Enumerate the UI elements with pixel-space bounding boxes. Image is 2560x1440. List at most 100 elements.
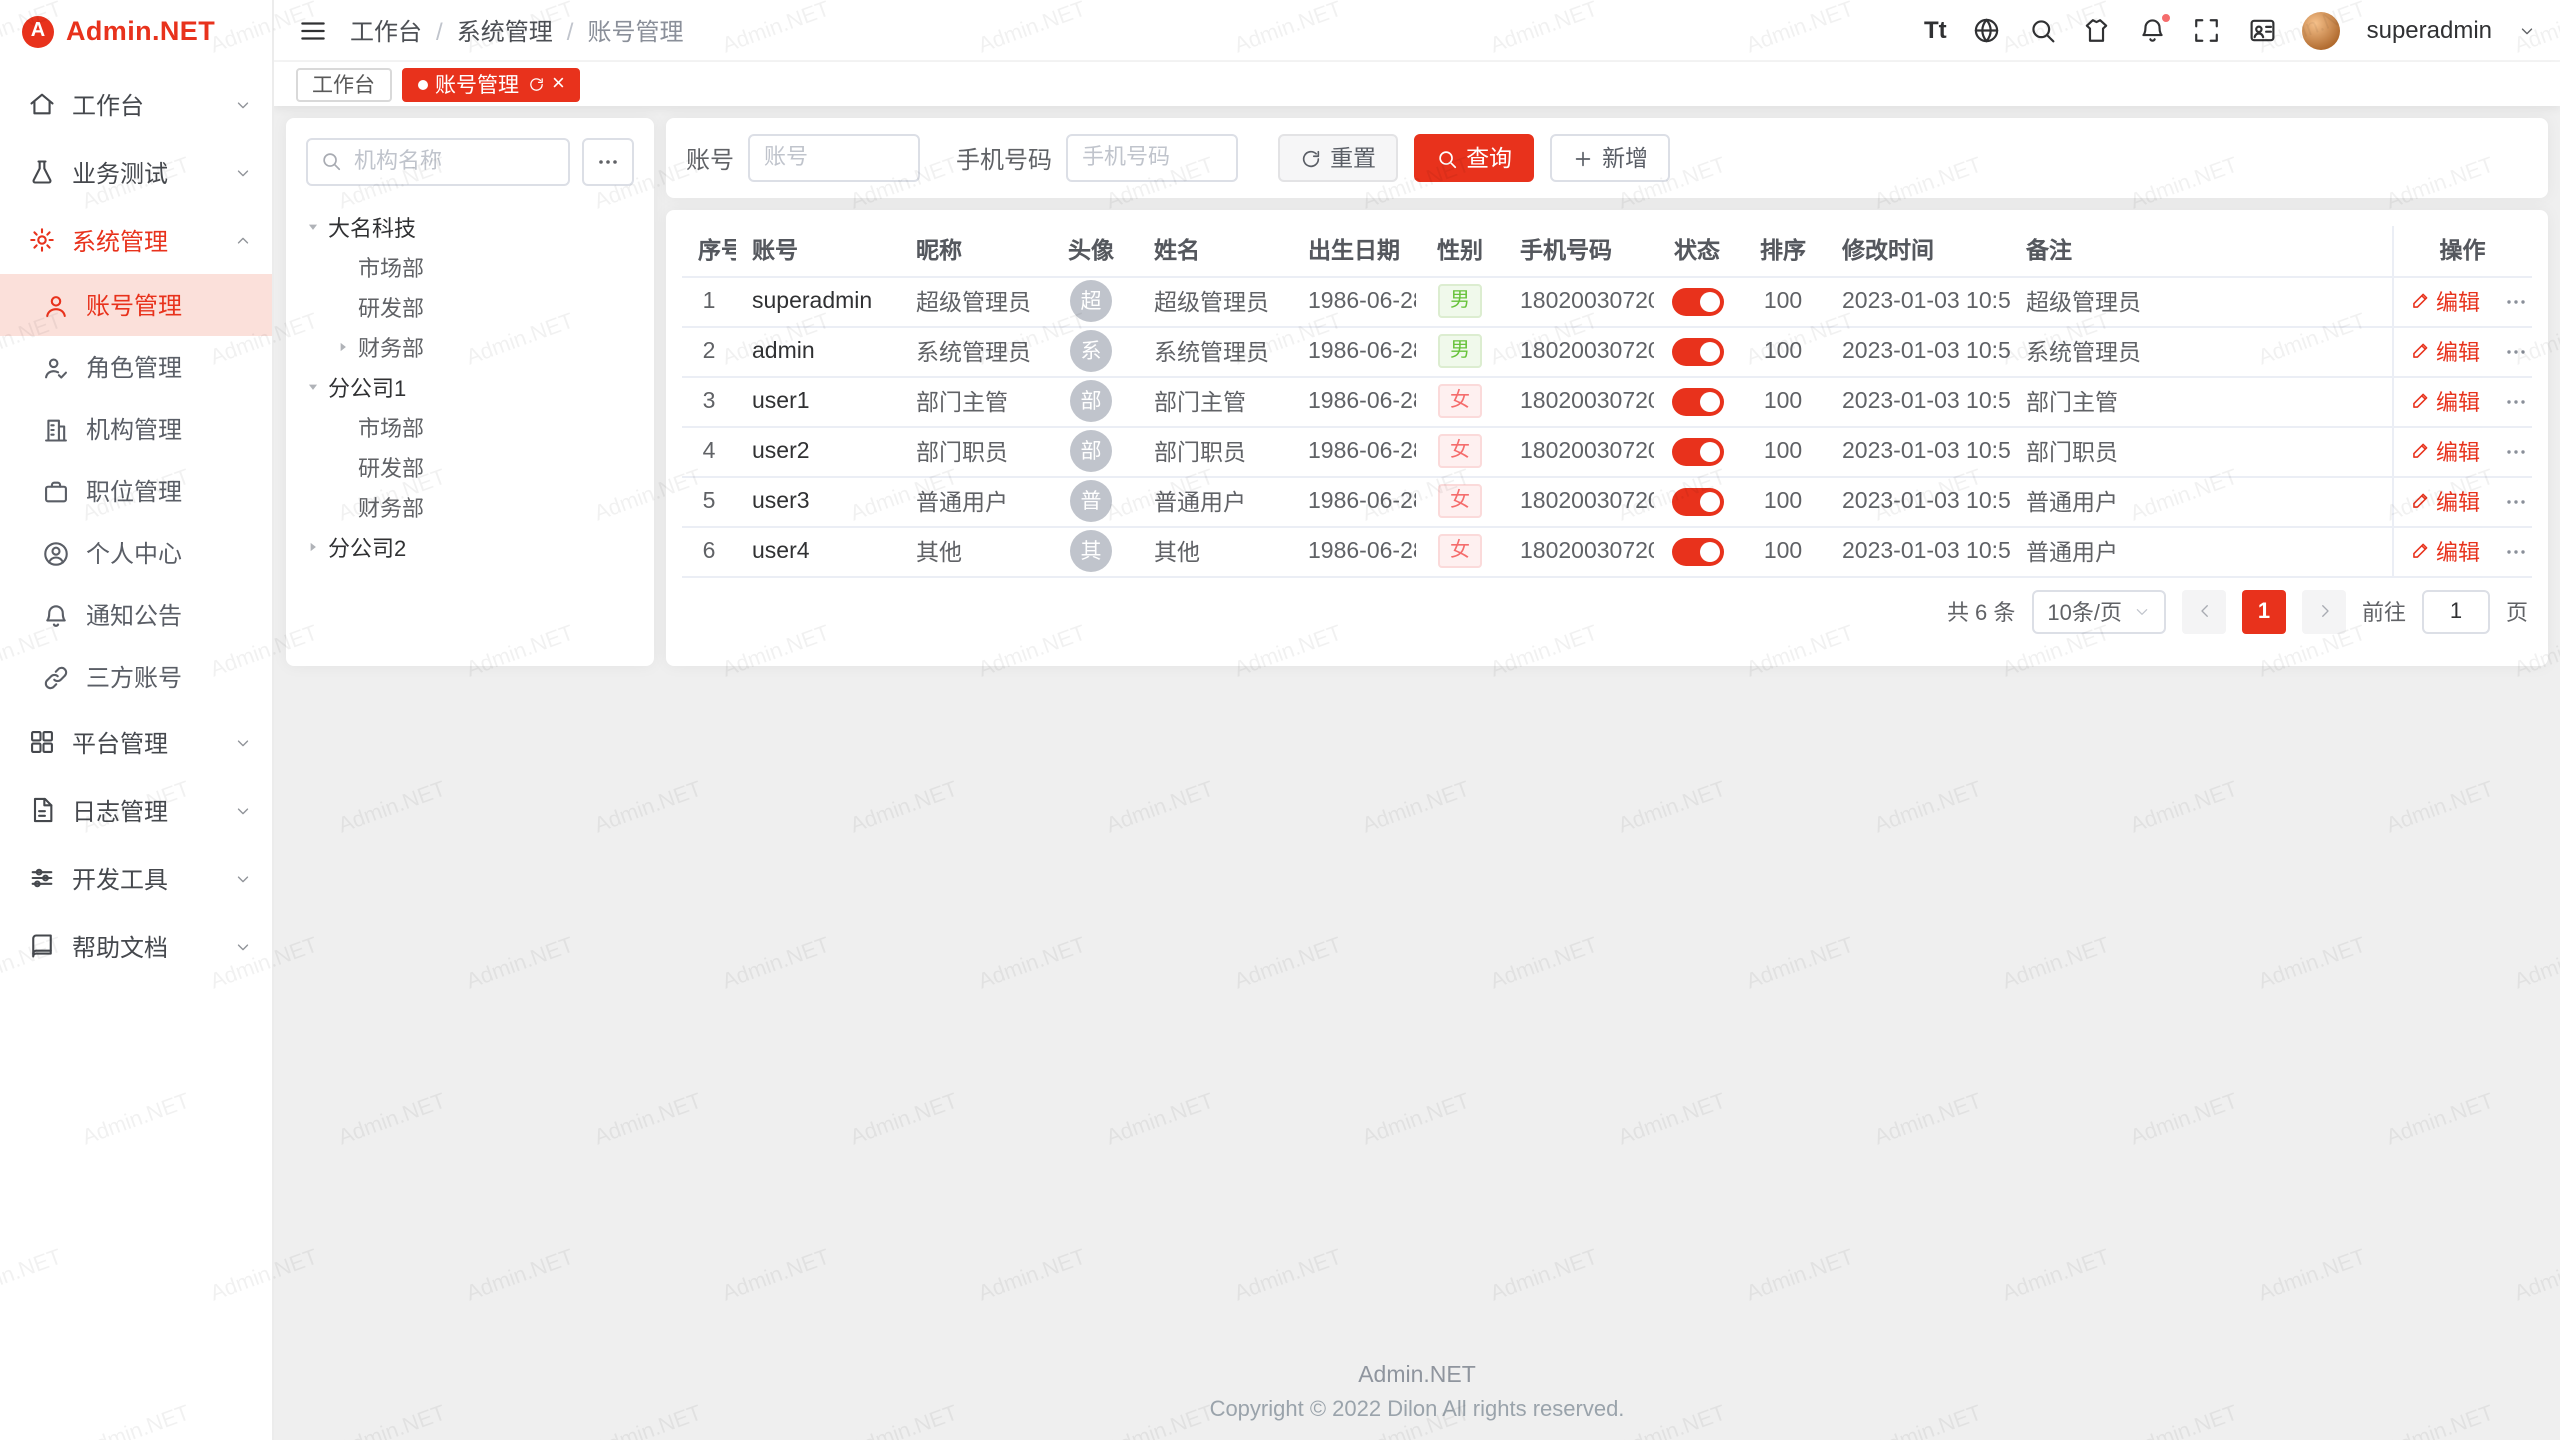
page-size-select[interactable]: 10条/页 bbox=[2031, 589, 2166, 633]
org-search-input[interactable] bbox=[306, 138, 570, 186]
cell-birth: 1986-06-28 bbox=[1292, 526, 1416, 576]
tree-node[interactable]: 市场部 bbox=[306, 250, 634, 284]
chevron-left-icon bbox=[2195, 602, 2213, 620]
header-icon[interactable] bbox=[2028, 16, 2057, 45]
status-toggle[interactable] bbox=[1671, 537, 1723, 565]
phone-input[interactable] bbox=[1066, 134, 1238, 182]
row-more-button[interactable] bbox=[2504, 439, 2528, 463]
row-more-button[interactable] bbox=[2504, 389, 2528, 413]
edit-button[interactable]: 编辑 bbox=[2409, 385, 2480, 417]
chevron-down-icon[interactable] bbox=[2518, 21, 2536, 39]
tree-node[interactable]: 财务部 bbox=[306, 330, 634, 364]
row-more-button[interactable] bbox=[2504, 289, 2528, 313]
search-button[interactable]: 查询 bbox=[1414, 134, 1534, 182]
sidebar-item[interactable]: 账号管理 bbox=[0, 274, 272, 336]
menu-toggle-icon[interactable] bbox=[298, 15, 328, 45]
tab[interactable]: 账号管理 × bbox=[401, 67, 581, 101]
status-toggle[interactable] bbox=[1671, 437, 1723, 465]
total-count: 共 6 条 bbox=[1947, 595, 2015, 627]
header-icon[interactable] bbox=[2138, 16, 2167, 45]
row-more-button[interactable] bbox=[2504, 489, 2528, 513]
current-page[interactable]: 1 bbox=[2242, 589, 2286, 633]
sidebar-item[interactable]: 三方账号 bbox=[0, 646, 272, 708]
sidebar-item[interactable]: 开发工具 bbox=[0, 844, 272, 912]
search-icon bbox=[1436, 147, 1458, 169]
sidebar-item[interactable]: 职位管理 bbox=[0, 460, 272, 522]
grid-icon bbox=[28, 728, 56, 756]
bell-icon bbox=[42, 601, 70, 629]
status-toggle[interactable] bbox=[1671, 387, 1723, 415]
sidebar-item-label: 工作台 bbox=[72, 87, 144, 121]
header-icon[interactable] bbox=[2248, 16, 2277, 45]
cell-sort: 100 bbox=[1740, 276, 1826, 326]
tree-node[interactable]: 市场部 bbox=[306, 410, 634, 444]
cell-phone: 18020030720 bbox=[1504, 426, 1654, 476]
breadcrumb-item[interactable]: 系统管理 bbox=[457, 13, 588, 47]
edit-button[interactable]: 编辑 bbox=[2409, 485, 2480, 517]
sidebar-item[interactable]: 系统管理 bbox=[0, 206, 272, 274]
header-icon[interactable] bbox=[1973, 16, 2002, 45]
edit-button[interactable]: 编辑 bbox=[2409, 335, 2480, 367]
edit-button[interactable]: 编辑 bbox=[2409, 435, 2480, 467]
tab-label: 工作台 bbox=[312, 69, 375, 99]
goto-page-input[interactable] bbox=[2422, 589, 2490, 633]
prev-page-button[interactable] bbox=[2182, 589, 2226, 633]
reset-button[interactable]: 重置 bbox=[1278, 134, 1398, 182]
edit-button[interactable]: 编辑 bbox=[2409, 535, 2480, 567]
sidebar-item[interactable]: 个人中心 bbox=[0, 522, 272, 584]
account-input[interactable] bbox=[748, 134, 920, 182]
cell-sort: 100 bbox=[1740, 526, 1826, 576]
tree-node[interactable]: 分公司1 bbox=[306, 370, 634, 404]
cell-sort: 100 bbox=[1740, 376, 1826, 426]
edit-icon bbox=[2409, 541, 2430, 562]
sidebar-item[interactable]: 通知公告 bbox=[0, 584, 272, 646]
avatar: 系 bbox=[1070, 330, 1112, 372]
next-page-button[interactable] bbox=[2302, 589, 2346, 633]
footer-app-name: Admin.NET bbox=[274, 1364, 2560, 1388]
row-more-button[interactable] bbox=[2504, 539, 2528, 563]
sidebar-item[interactable]: 业务测试 bbox=[0, 138, 272, 206]
status-toggle[interactable] bbox=[1671, 337, 1723, 365]
breadcrumb-item[interactable]: 工作台 bbox=[350, 13, 457, 47]
header-icon[interactable]: Tt bbox=[1924, 16, 1947, 44]
tree-node[interactable]: 研发部 bbox=[306, 290, 634, 324]
sidebar-item-label: 机构管理 bbox=[86, 412, 182, 446]
cell-phone: 18020030720 bbox=[1504, 376, 1654, 426]
refresh-icon[interactable] bbox=[527, 76, 544, 93]
edit-label: 编辑 bbox=[2436, 385, 2480, 417]
caret-icon bbox=[336, 340, 350, 354]
org-more-button[interactable] bbox=[582, 138, 634, 186]
tree-node-label: 市场部 bbox=[358, 251, 424, 283]
ellipsis-icon bbox=[2504, 339, 2528, 363]
cell-gender: 男 bbox=[1416, 326, 1504, 376]
username[interactable]: superadmin bbox=[2367, 16, 2492, 44]
edit-button[interactable]: 编辑 bbox=[2409, 285, 2480, 317]
sidebar-item[interactable]: 平台管理 bbox=[0, 708, 272, 776]
sidebar-item[interactable]: 工作台 bbox=[0, 70, 272, 138]
header-icon[interactable] bbox=[2193, 16, 2222, 45]
close-icon[interactable]: × bbox=[552, 73, 565, 95]
cell-actions: 编辑 bbox=[2392, 276, 2532, 326]
tree-node[interactable]: 研发部 bbox=[306, 450, 634, 484]
sidebar-item-label: 通知公告 bbox=[86, 598, 182, 632]
add-button[interactable]: 新增 bbox=[1550, 134, 1670, 182]
cell-modified: 2023-01-03 10:59:44 bbox=[1826, 326, 2010, 376]
header-icon[interactable] bbox=[2083, 16, 2112, 45]
status-toggle[interactable] bbox=[1671, 287, 1723, 315]
tree-node[interactable]: 财务部 bbox=[306, 490, 634, 524]
sidebar-item[interactable]: 帮助文档 bbox=[0, 912, 272, 980]
avatar[interactable] bbox=[2303, 11, 2341, 49]
sidebar-item[interactable]: 角色管理 bbox=[0, 336, 272, 398]
sidebar-item[interactable]: 日志管理 bbox=[0, 776, 272, 844]
row-more-button[interactable] bbox=[2504, 339, 2528, 363]
chevron-icon bbox=[234, 231, 252, 249]
tab-dot bbox=[417, 79, 427, 89]
gender-badge: 男 bbox=[1438, 284, 1482, 318]
breadcrumb-item[interactable]: 账号管理 bbox=[587, 13, 683, 47]
cell-actions: 编辑 bbox=[2392, 326, 2532, 376]
tree-node[interactable]: 大名科技 bbox=[306, 210, 634, 244]
status-toggle[interactable] bbox=[1671, 487, 1723, 515]
tab[interactable]: 工作台 bbox=[296, 67, 391, 101]
tree-node[interactable]: 分公司2 bbox=[306, 530, 634, 564]
sidebar-item[interactable]: 机构管理 bbox=[0, 398, 272, 460]
